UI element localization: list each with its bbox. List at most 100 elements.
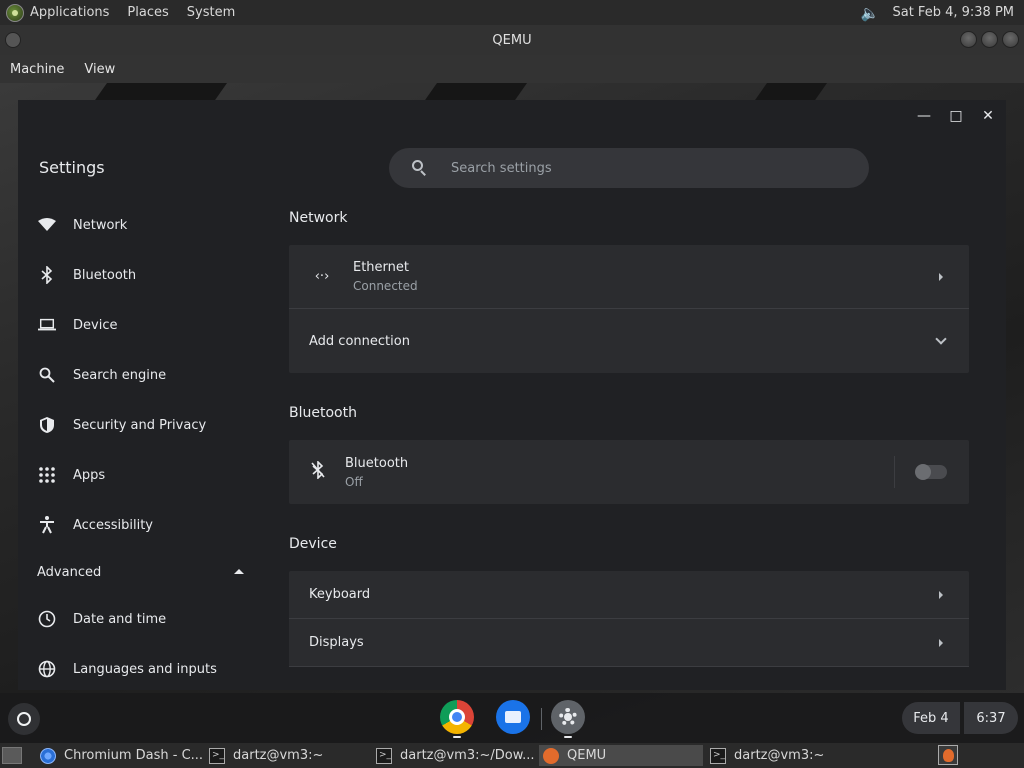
search-icon: [411, 159, 429, 177]
machine-menu[interactable]: Machine: [10, 62, 64, 77]
applications-menu[interactable]: Applications: [30, 5, 109, 20]
bluetooth-toggle[interactable]: [915, 464, 947, 480]
nav-item-accessibility[interactable]: Accessibility: [18, 500, 258, 550]
arrow-right-icon: [939, 272, 943, 281]
device-card: Keyboard Displays: [289, 571, 969, 667]
maximize-icon[interactable]: □: [948, 108, 964, 124]
search-icon: [38, 366, 56, 384]
qemu-tray-icon[interactable]: [938, 745, 958, 765]
laptop-icon: [38, 316, 56, 334]
volume-icon[interactable]: 🔈: [860, 4, 880, 22]
minimize-icon[interactable]: —: [916, 108, 932, 124]
tray-date[interactable]: Feb 4: [902, 702, 960, 734]
qemu-menubar: Machine View: [0, 55, 1024, 83]
bluetooth-disabled-icon: [309, 460, 327, 483]
settings-main: Network ‹·› Ethernet Connected Add conne…: [289, 210, 969, 667]
search-placeholder: Search settings: [451, 160, 552, 176]
nav-item-network[interactable]: Network: [18, 200, 258, 250]
chevron-down-icon: [935, 333, 947, 345]
terminal-icon: >_: [376, 747, 392, 764]
settings-title: Settings: [39, 158, 105, 177]
arrow-right-icon: [939, 590, 943, 599]
host-taskbar: Chromium Dash - C... >_ dartz@vm3:~ >_ d…: [0, 743, 1024, 768]
settings-nav: Network Bluetooth Device Search engine S…: [18, 200, 258, 690]
taskbar-item-terminal-1[interactable]: >_ dartz@vm3:~: [205, 745, 370, 766]
shelf-divider: [541, 708, 542, 730]
nav-item-date-time[interactable]: Date and time: [18, 594, 258, 644]
system-menu[interactable]: System: [187, 5, 235, 20]
ethernet-label: Ethernet: [353, 260, 409, 275]
settings-app-icon[interactable]: [551, 700, 585, 734]
top-panel: Applications Places System 🔈 Sat Feb 4, …: [0, 0, 1024, 25]
launcher-button[interactable]: [8, 703, 40, 735]
gnome-foot-icon[interactable]: [6, 3, 24, 22]
nav-item-security[interactable]: Security and Privacy: [18, 400, 258, 450]
divider: [894, 456, 895, 488]
chromium-icon: [40, 747, 56, 764]
terminal-icon: >_: [710, 747, 726, 764]
grid-icon: [38, 466, 56, 484]
qemu-title: QEMU: [492, 32, 532, 48]
tray-time[interactable]: 6:37: [964, 702, 1018, 734]
taskbar-item-terminal-3[interactable]: >_ dartz@vm3:~: [706, 745, 870, 766]
maximize-button[interactable]: [981, 31, 998, 48]
running-indicator: [564, 736, 572, 738]
bluetooth-row[interactable]: Bluetooth Off: [289, 440, 969, 504]
ethernet-icon: ‹·›: [314, 269, 330, 284]
bluetooth-card: Bluetooth Off: [289, 440, 969, 504]
nav-advanced-toggle[interactable]: Advanced: [18, 550, 258, 594]
guest-display: — □ ✕ Settings Search settings Network B…: [0, 83, 1024, 743]
close-icon[interactable]: ✕: [980, 108, 996, 124]
nav-label: Device: [73, 317, 118, 333]
section-title-network: Network: [289, 210, 348, 226]
advanced-label: Advanced: [37, 564, 102, 580]
chrome-icon[interactable]: [440, 700, 474, 734]
taskbar-label: dartz@vm3:~: [734, 748, 825, 763]
nav-item-apps[interactable]: Apps: [18, 450, 258, 500]
nav-item-languages[interactable]: Languages and inputs: [18, 644, 258, 690]
qemu-icon: [543, 747, 559, 764]
taskbar-item-terminal-2[interactable]: >_ dartz@vm3:~/Dow...: [372, 745, 535, 766]
bluetooth-label: Bluetooth: [345, 455, 409, 471]
search-input[interactable]: Search settings: [389, 148, 869, 188]
places-menu[interactable]: Places: [127, 5, 168, 20]
nav-label: Apps: [73, 467, 106, 483]
minimize-button[interactable]: [960, 31, 977, 48]
add-connection-label: Add connection: [309, 333, 410, 349]
wifi-icon: [38, 216, 56, 234]
running-indicator: [453, 736, 461, 738]
terminal-icon: >_: [209, 747, 225, 764]
nav-label: Search engine: [73, 367, 167, 383]
files-icon[interactable]: [496, 700, 530, 734]
panel-clock[interactable]: Sat Feb 4, 9:38 PM: [892, 5, 1014, 20]
ethernet-row[interactable]: ‹·› Ethernet Connected: [289, 245, 969, 309]
chromeos-shelf: Feb 4 6:37: [0, 693, 1024, 743]
settings-window: — □ ✕ Settings Search settings Network B…: [18, 100, 1006, 690]
section-title-bluetooth: Bluetooth: [289, 405, 357, 421]
taskbar-item-qemu[interactable]: QEMU: [539, 745, 703, 766]
nav-label: Languages and inputs: [73, 661, 217, 677]
taskbar-label: QEMU: [567, 748, 607, 763]
nav-item-device[interactable]: Device: [18, 300, 258, 350]
bluetooth-status: Off: [345, 474, 363, 489]
displays-row[interactable]: Displays: [289, 619, 969, 667]
keyboard-label: Keyboard: [309, 587, 371, 602]
add-connection-row[interactable]: Add connection: [289, 309, 969, 373]
clock-icon: [38, 610, 56, 628]
ethernet-status: Connected: [353, 279, 418, 293]
nav-label: Security and Privacy: [73, 417, 207, 433]
view-menu[interactable]: View: [84, 62, 115, 77]
taskbar-item-chromium[interactable]: Chromium Dash - C...: [36, 745, 202, 766]
nav-item-bluetooth[interactable]: Bluetooth: [18, 250, 258, 300]
shield-icon: [38, 416, 56, 434]
bluetooth-icon: [38, 266, 56, 284]
section-title-device: Device: [289, 536, 337, 552]
close-button[interactable]: [1002, 31, 1019, 48]
keyboard-row[interactable]: Keyboard: [289, 571, 969, 619]
show-desktop-button[interactable]: [2, 747, 22, 764]
nav-item-search-engine[interactable]: Search engine: [18, 350, 258, 400]
taskbar-label: Chromium Dash - C...: [64, 748, 202, 763]
window-menu-button[interactable]: [5, 32, 21, 48]
caret-up-icon: [234, 569, 244, 574]
displays-label: Displays: [309, 635, 364, 650]
